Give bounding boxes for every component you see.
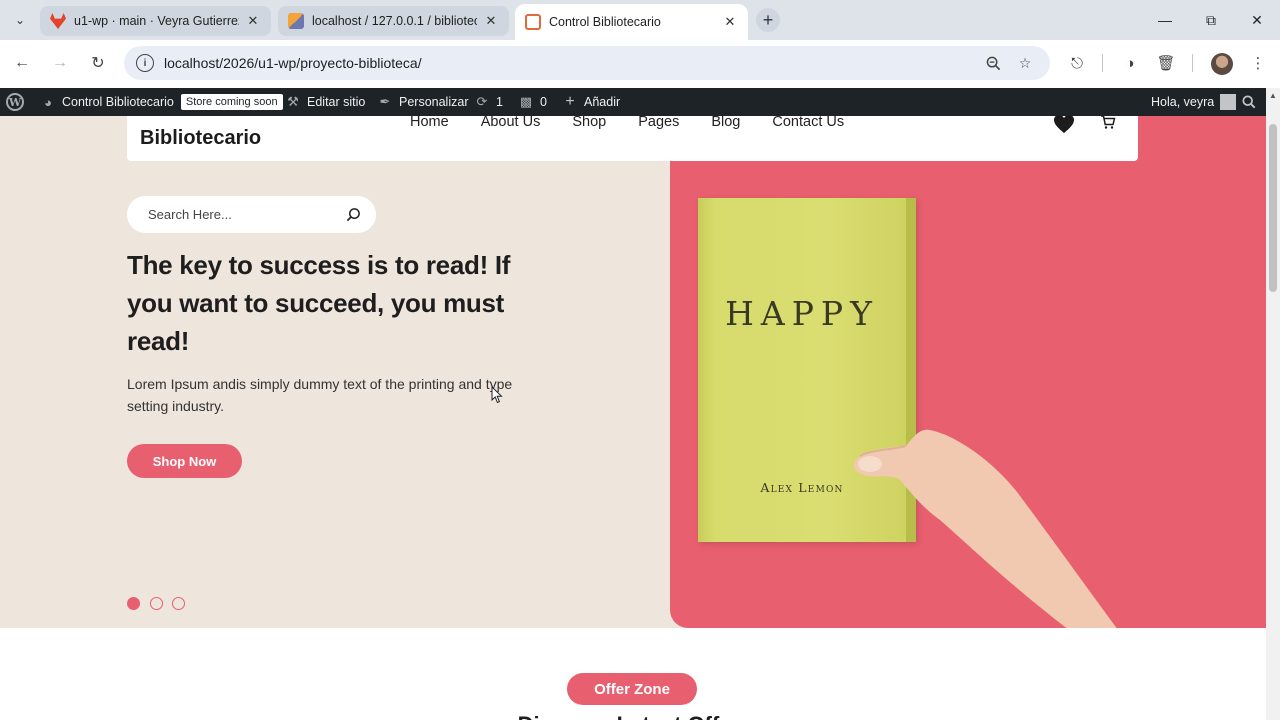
menu-kebab-icon[interactable]: ⋮: [1247, 52, 1269, 74]
site-info-icon[interactable]: i: [136, 54, 154, 72]
browser-tab-gitlab[interactable]: u1-wp · main · Veyra Gutierrez / ✕: [40, 6, 271, 36]
browser-tab-phpmyadmin[interactable]: localhost / 127.0.0.1 / bibliotec ✕: [278, 6, 509, 36]
tab-search-chevron-icon[interactable]: ⌄: [8, 9, 32, 31]
admin-search-icon[interactable]: [1242, 88, 1256, 116]
zoom-icon[interactable]: [984, 54, 1002, 72]
scrollbar-thumb[interactable]: [1269, 124, 1277, 292]
main-nav: Home About Us Shop Pages Blog Contact Us: [410, 116, 876, 130]
site-brand[interactable]: Bibliotecario: [140, 127, 261, 150]
nav-home[interactable]: Home: [410, 116, 449, 130]
hero-image-panel: HAPPY Alex Lemon: [670, 116, 1266, 628]
address-url[interactable]: localhost/2026/u1-wp/proyecto-biblioteca…: [164, 55, 422, 71]
store-status-badge: Store coming soon: [180, 94, 283, 110]
extensions-icon[interactable]: ⎋: [1066, 52, 1088, 74]
slider-dot-1[interactable]: [127, 597, 140, 610]
browser-tab-active[interactable]: Control Bibliotecario ✕: [515, 4, 748, 40]
gitlab-icon: [50, 13, 66, 29]
new-tab-button[interactable]: +: [756, 8, 780, 32]
tab-title: Control Bibliotecario: [549, 15, 661, 29]
tab-title: u1-wp · main · Veyra Gutierrez /: [74, 14, 239, 28]
slider-dot-2[interactable]: [149, 597, 163, 610]
nav-pages[interactable]: Pages: [638, 116, 679, 130]
scroll-up-arrow-icon[interactable]: ▲: [1269, 92, 1277, 100]
offers-section-title: Discover Latest Offers: [480, 712, 790, 720]
offer-zone-badge: Offer Zone: [567, 673, 697, 705]
page-scrollbar[interactable]: ▲: [1266, 88, 1280, 720]
address-bar[interactable]: i localhost/2026/u1-wp/proyecto-bibliote…: [124, 46, 1050, 80]
refresh-icon: ⟳: [476, 94, 488, 109]
browser-toolbar: ← → ↻ i localhost/2026/u1-wp/proyecto-bi…: [0, 40, 1280, 86]
search-input[interactable]: [148, 207, 338, 222]
nav-about-us[interactable]: About Us: [481, 116, 541, 130]
mouse-cursor-icon: [491, 386, 503, 404]
tab-title: localhost / 127.0.0.1 / bibliotec: [312, 14, 477, 28]
comment-bubble-icon: ▩: [519, 94, 533, 109]
plus-icon: +: [565, 93, 575, 110]
search-icon[interactable]: [346, 207, 361, 222]
hammer-icon: ⚒: [287, 94, 299, 109]
back-arrow-icon[interactable]: ←: [10, 51, 34, 75]
slider-dot-3[interactable]: [172, 597, 185, 610]
nav-shop[interactable]: Shop: [572, 116, 606, 130]
admin-updates[interactable]: ⟳ 1: [474, 88, 503, 116]
trash-icon[interactable]: 🗑: [1155, 52, 1177, 74]
close-icon[interactable]: ✕: [483, 13, 499, 29]
hand-illustration: [853, 429, 1117, 628]
wordpress-logo-icon[interactable]: W: [6, 88, 24, 116]
user-avatar-icon: [1220, 94, 1237, 110]
admin-customize[interactable]: ✒ Personalizar: [377, 88, 469, 116]
shop-now-button[interactable]: Shop Now: [127, 444, 242, 478]
slider-dots: [127, 597, 195, 610]
book-title: HAPPY: [725, 294, 879, 333]
window-close-icon[interactable]: ✕: [1242, 8, 1272, 32]
hero-section: HAPPY Alex Lemon Bibliotecario Home Abou…: [0, 116, 1266, 628]
tab-strip: ⌄ u1-wp · main · Veyra Gutierrez / ✕ loc…: [0, 0, 1280, 40]
wishlist-heart-icon[interactable]: [1053, 116, 1075, 134]
cart-icon[interactable]: [1100, 116, 1116, 130]
admin-account[interactable]: Hola, veyra: [1151, 88, 1237, 116]
close-icon[interactable]: ✕: [722, 14, 738, 30]
dashboard-gauge-icon: ◕: [44, 94, 52, 110]
nav-contact-us[interactable]: Contact Us: [772, 116, 844, 130]
site-header: Bibliotecario Home About Us Shop Pages B…: [127, 116, 1138, 161]
wp-admin-bar: W ◕ Control Bibliotecario Store coming s…: [0, 88, 1280, 116]
profile-avatar[interactable]: [1211, 53, 1233, 75]
toolbar-divider: [1192, 54, 1193, 72]
restore-icon[interactable]: ⧉: [1196, 8, 1226, 32]
hero-description: Lorem Ipsum andis simply dummy text of t…: [127, 376, 513, 414]
incognito-icon[interactable]: ◑: [1119, 52, 1141, 74]
admin-site-name[interactable]: ◕ Control Bibliotecario Store coming soo…: [40, 88, 283, 116]
forward-arrow-icon[interactable]: →: [48, 51, 72, 75]
site-icon: [525, 14, 541, 30]
nav-blog[interactable]: Blog: [711, 116, 740, 130]
reload-icon[interactable]: ↻: [86, 51, 110, 75]
brush-icon: ✒: [379, 94, 391, 109]
admin-add-new[interactable]: + Añadir: [562, 88, 620, 116]
admin-comments[interactable]: ▩ 0: [518, 88, 547, 116]
admin-edit-site[interactable]: ⚒ Editar sitio: [285, 88, 365, 116]
site-search: [127, 196, 376, 233]
minimize-icon[interactable]: —: [1150, 8, 1180, 32]
close-icon[interactable]: ✕: [245, 13, 261, 29]
phpmyadmin-icon: [288, 13, 304, 29]
page-viewport: HAPPY Alex Lemon Bibliotecario Home Abou…: [0, 116, 1266, 720]
hero-headline: The key to success is to read! If you wa…: [127, 250, 511, 356]
bookmark-star-icon[interactable]: ☆: [1016, 54, 1034, 72]
toolbar-divider: [1102, 54, 1103, 72]
